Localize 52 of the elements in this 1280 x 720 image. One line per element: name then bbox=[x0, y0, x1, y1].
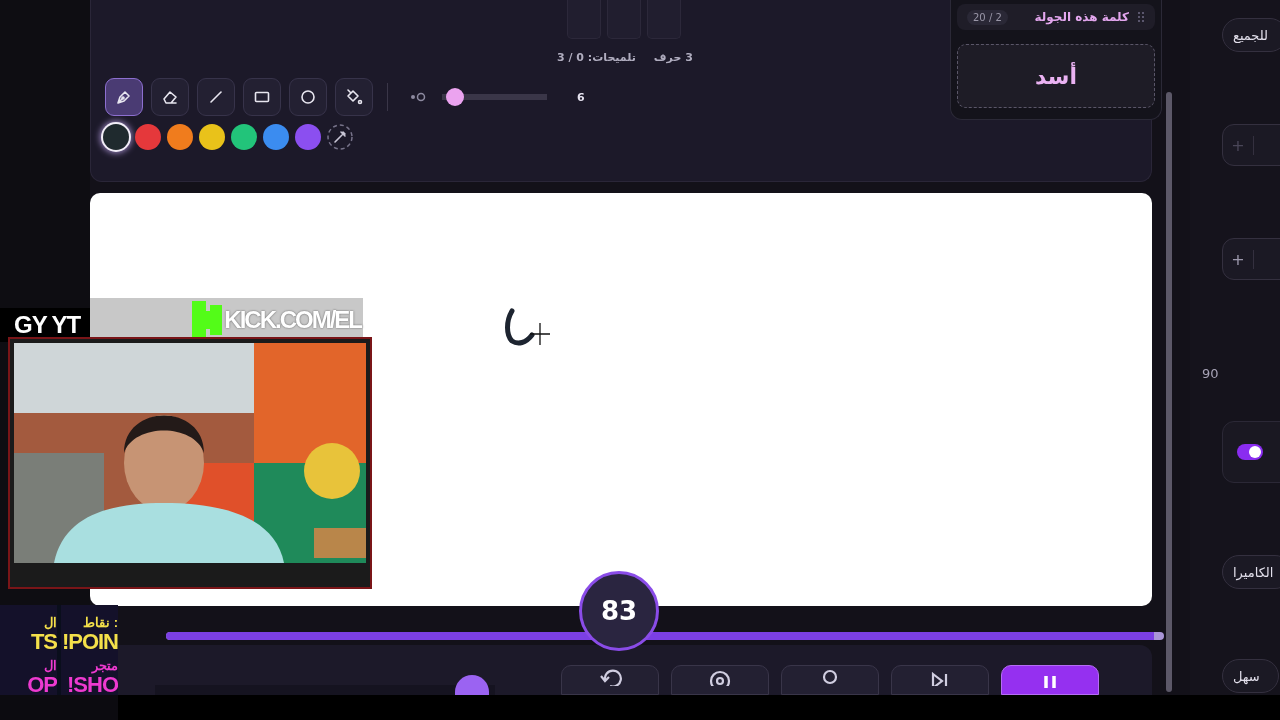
rectangle-tool-button[interactable] bbox=[243, 78, 281, 116]
color-swatch[interactable] bbox=[295, 124, 321, 150]
promo-command: !SHO bbox=[67, 673, 118, 695]
secret-word: أسد bbox=[957, 44, 1155, 108]
toggle-switch[interactable] bbox=[1237, 444, 1263, 460]
brush-size-value: 6 bbox=[577, 90, 585, 104]
promo-command: TS bbox=[30, 630, 57, 654]
undo-icon bbox=[597, 666, 623, 686]
hints-counter: تلميحات: 0 / 3 bbox=[557, 51, 636, 64]
brush-size-icon bbox=[410, 92, 426, 102]
line-tool-button[interactable] bbox=[197, 78, 235, 116]
slider-thumb[interactable] bbox=[446, 88, 465, 106]
circle-icon bbox=[299, 88, 317, 106]
eraser-icon bbox=[161, 88, 179, 106]
color-swatch[interactable] bbox=[199, 124, 225, 150]
plus-button[interactable]: + bbox=[1223, 249, 1254, 269]
skip-button[interactable] bbox=[891, 665, 989, 695]
time-slider[interactable] bbox=[155, 675, 495, 695]
pen-tool-button[interactable] bbox=[105, 78, 143, 116]
promo-label: متجر bbox=[92, 658, 118, 673]
setting-value: 90 bbox=[1202, 366, 1219, 381]
eraser-tool-button[interactable] bbox=[151, 78, 189, 116]
option-chip[interactable]: الكاميرا bbox=[1222, 555, 1280, 589]
color-swatch[interactable] bbox=[103, 124, 129, 150]
color-swatch[interactable] bbox=[263, 124, 289, 150]
circle-tool-button[interactable] bbox=[289, 78, 327, 116]
promo-command: !POIN bbox=[61, 630, 118, 654]
pause-button[interactable] bbox=[1001, 665, 1099, 695]
round-counter: 2 / 20 bbox=[967, 9, 1008, 25]
promo-command: OP bbox=[27, 673, 57, 695]
color-swatch[interactable] bbox=[231, 124, 257, 150]
option-chip[interactable]: للجميع bbox=[1222, 18, 1280, 52]
color-swatch[interactable] bbox=[167, 124, 193, 150]
promo-label: ال bbox=[44, 615, 57, 630]
slider-thumb[interactable] bbox=[454, 675, 489, 695]
stepper-field[interactable]: + bbox=[1222, 238, 1280, 280]
eye-button[interactable] bbox=[671, 665, 769, 695]
option-chip[interactable]: سهل bbox=[1222, 659, 1279, 693]
color-swatch[interactable] bbox=[135, 124, 161, 150]
pen-icon bbox=[115, 88, 133, 106]
fill-tool-button[interactable] bbox=[335, 78, 373, 116]
letter-count: 3 حرف bbox=[653, 51, 693, 64]
line-icon bbox=[207, 88, 225, 106]
promo-label: نقاط : bbox=[83, 615, 118, 630]
promo-label: ال bbox=[44, 658, 57, 673]
drag-handle-icon[interactable] bbox=[1137, 11, 1145, 23]
undo-button[interactable] bbox=[561, 665, 659, 695]
pause-icon bbox=[1044, 676, 1056, 688]
color-picker-icon[interactable] bbox=[327, 124, 353, 150]
search-button[interactable] bbox=[781, 665, 879, 695]
fill-icon bbox=[345, 88, 363, 106]
card-title: كلمة هذه الجولة bbox=[1033, 10, 1129, 24]
